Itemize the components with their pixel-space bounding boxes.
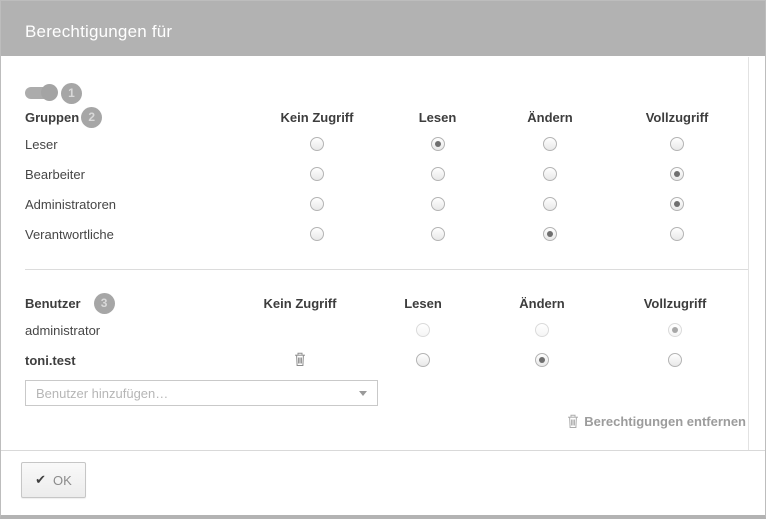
add-user-dropdown[interactable]: Benutzer hinzufügen… — [25, 380, 378, 406]
users-section-label: Benutzer — [25, 296, 81, 311]
callout-badge-3: 3 — [94, 293, 115, 314]
radio-kein-zugriff[interactable] — [253, 225, 381, 243]
user-name: administrator — [25, 323, 236, 338]
users-header-row: Benutzer 3 Kein Zugriff Lesen Ändern Voll… — [25, 291, 748, 315]
footer-divider — [1, 450, 765, 451]
group-permission-row: Bearbeiter — [25, 159, 748, 189]
add-user-placeholder: Benutzer hinzufügen… — [36, 386, 359, 401]
radio-vollzugriff[interactable] — [606, 135, 748, 153]
ok-label: OK — [53, 473, 72, 488]
column-header-vollzugriff: Vollzugriff — [606, 110, 748, 125]
toggle-knob-icon — [41, 84, 58, 101]
group-permission-row: Verantwortliche — [25, 219, 748, 249]
groups-permission-table: Gruppen2 Kein Zugriff Lesen Ändern Vollz… — [25, 105, 748, 249]
users-permission-table: Benutzer 3 Kein Zugriff Lesen Ändern Voll… — [25, 291, 748, 375]
callout-badge-1: 1 — [61, 83, 82, 104]
radio-aendern[interactable] — [494, 135, 606, 153]
groups-section-label: Gruppen — [25, 110, 79, 125]
ok-button[interactable]: ✔ OK — [21, 462, 86, 498]
inheritance-toggle-row: 1 — [25, 82, 82, 104]
radio-kein-zugriff[interactable] — [253, 165, 381, 183]
radio-aendern[interactable] — [494, 165, 606, 183]
radio-vollzugriff[interactable] — [606, 225, 748, 243]
dropdown-caret-icon — [359, 391, 367, 396]
column-header-kein-zugriff: Kein Zugriff — [236, 296, 364, 311]
radio-kein-zugriff[interactable] — [253, 195, 381, 213]
column-header-lesen: Lesen — [381, 110, 494, 125]
radio-vollzugriff — [602, 321, 748, 339]
radio-vollzugriff[interactable] — [606, 195, 748, 213]
callout-badge-2: 2 — [81, 107, 102, 128]
radio-vollzugriff[interactable] — [602, 351, 748, 369]
check-icon: ✔ — [35, 473, 46, 488]
radio-aendern[interactable] — [482, 351, 602, 369]
column-header-lesen: Lesen — [364, 296, 482, 311]
trash-icon — [567, 414, 579, 429]
remove-permissions-label: Berechtigungen entfernen — [584, 414, 746, 429]
dialog-title: Berechtigungen für — [25, 22, 172, 41]
radio-aendern — [482, 321, 602, 339]
permissions-dialog: Berechtigungen für 1 Gruppen2 Kein Zugri… — [0, 0, 766, 519]
group-permission-row: Leser — [25, 129, 748, 159]
radio-lesen[interactable] — [381, 135, 494, 153]
column-header-aendern: Ändern — [482, 296, 602, 311]
groups-header-row: Gruppen2 Kein Zugriff Lesen Ändern Vollz… — [25, 105, 748, 129]
group-name: Leser — [25, 137, 253, 152]
user-permission-row: administrator — [25, 315, 748, 345]
group-name: Bearbeiter — [25, 167, 253, 182]
radio-kein-zugriff[interactable] — [253, 135, 381, 153]
radio-lesen[interactable] — [381, 195, 494, 213]
column-header-kein-zugriff: Kein Zugriff — [253, 110, 381, 125]
section-divider — [25, 269, 748, 270]
radio-vollzugriff[interactable] — [606, 165, 748, 183]
dialog-titlebar: Berechtigungen für — [1, 1, 765, 56]
radio-lesen[interactable] — [364, 351, 482, 369]
radio-lesen — [364, 321, 482, 339]
column-header-aendern: Ändern — [494, 110, 606, 125]
remove-permissions-button[interactable]: Berechtigungen entfernen — [567, 412, 746, 430]
user-name: toni.test — [25, 353, 236, 368]
radio-lesen[interactable] — [381, 225, 494, 243]
group-permission-row: Administratoren — [25, 189, 748, 219]
column-header-vollzugriff: Vollzugriff — [602, 296, 748, 311]
radio-lesen[interactable] — [381, 165, 494, 183]
user-permission-row: toni.test — [25, 345, 748, 375]
radio-aendern[interactable] — [494, 225, 606, 243]
group-name: Verantwortliche — [25, 227, 253, 242]
radio-aendern[interactable] — [494, 195, 606, 213]
remove-user-trash-icon[interactable] — [236, 351, 364, 369]
group-name: Administratoren — [25, 197, 253, 212]
inheritance-toggle[interactable] — [25, 84, 58, 102]
content-right-border — [748, 57, 749, 450]
